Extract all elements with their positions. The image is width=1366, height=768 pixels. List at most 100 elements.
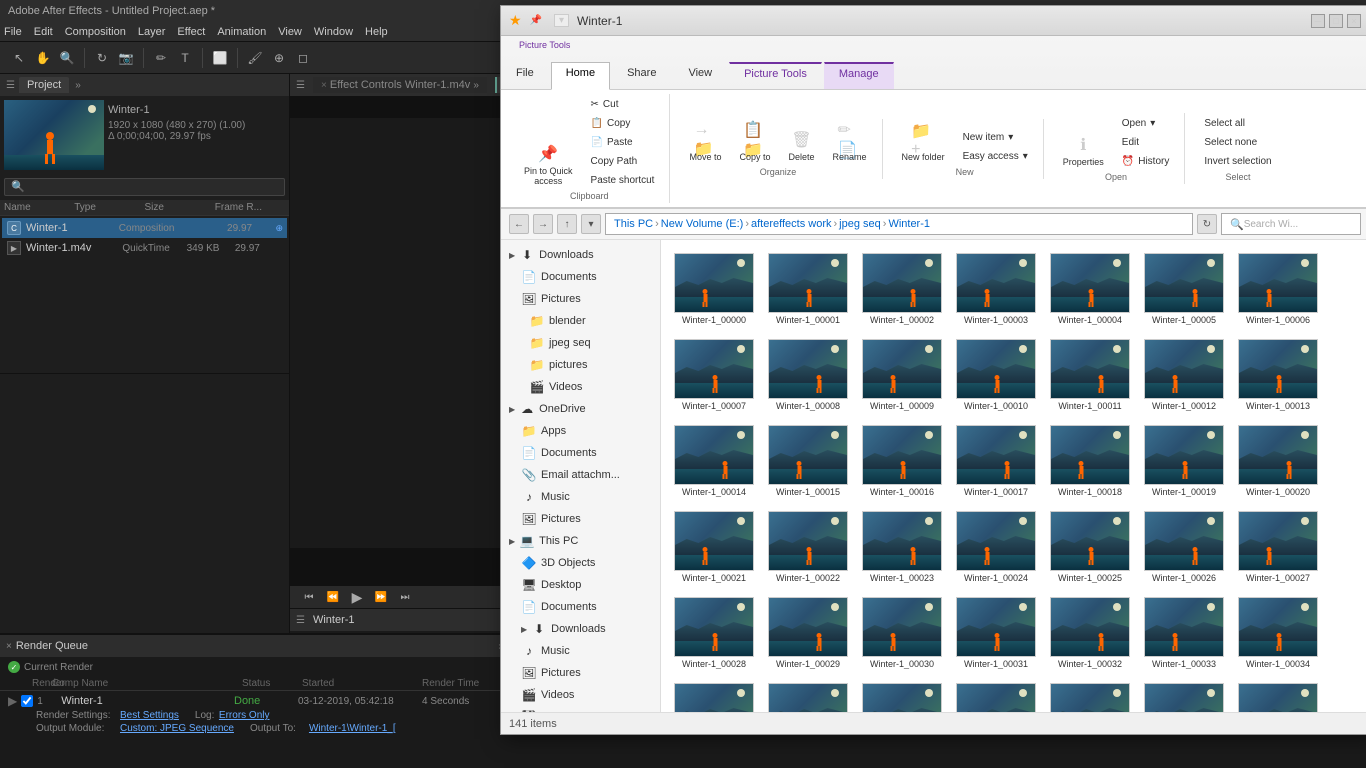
menu-edit[interactable]: Edit bbox=[34, 26, 53, 38]
file-grid-item-0[interactable]: Winter-1_00000 bbox=[669, 248, 759, 330]
file-grid-item-7[interactable]: Winter-1_00007 bbox=[669, 334, 759, 416]
nav-downloads2[interactable]: ▶ ⬇ Downloads bbox=[501, 618, 660, 640]
nav-forward-btn[interactable]: → bbox=[533, 214, 553, 234]
history-btn[interactable]: ⏰ History bbox=[1115, 153, 1177, 170]
copy-btn[interactable]: 📋 Copy bbox=[584, 115, 662, 132]
text-tool[interactable]: T bbox=[174, 47, 196, 69]
rename-btn[interactable]: ✏📄 Rename bbox=[826, 125, 874, 165]
file-item-winter1-m4v[interactable]: ▶ Winter-1.m4v QuickTime 349 KB 29.97 bbox=[2, 238, 287, 258]
file-grid-item-4[interactable]: Winter-1_00004 bbox=[1045, 248, 1135, 330]
file-grid-item-14[interactable]: Winter-1_00014 bbox=[669, 420, 759, 502]
project-search-input[interactable] bbox=[4, 178, 285, 196]
file-grid-item-31[interactable]: Winter-1_00031 bbox=[951, 592, 1041, 674]
edit-btn[interactable]: Edit bbox=[1115, 134, 1177, 151]
refresh-btn[interactable]: ↻ bbox=[1197, 214, 1217, 234]
render-item-checkbox[interactable] bbox=[21, 695, 33, 707]
tab-manage[interactable]: Manage bbox=[824, 62, 894, 89]
easy-access-btn[interactable]: Easy access ▾ bbox=[956, 148, 1035, 165]
nav-pictures4[interactable]: 🖼 Pictures bbox=[501, 662, 660, 684]
file-grid-item-30[interactable]: Winter-1_00030 bbox=[857, 592, 947, 674]
close-btn[interactable]: × bbox=[1347, 14, 1361, 28]
file-grid-item-27[interactable]: Winter-1_00027 bbox=[1233, 506, 1323, 588]
file-grid-item-32[interactable]: Winter-1_00032 bbox=[1045, 592, 1135, 674]
file-grid-item-2[interactable]: Winter-1_00002 bbox=[857, 248, 947, 330]
file-grid-item-9[interactable]: Winter-1_00009 bbox=[857, 334, 947, 416]
file-grid-item-8[interactable]: Winter-1_00008 bbox=[763, 334, 853, 416]
path-winter1[interactable]: Winter-1 bbox=[888, 218, 930, 230]
nav-downloads[interactable]: ▶ ⬇ Downloads bbox=[501, 244, 660, 266]
nav-pictures[interactable]: 🖼 Pictures bbox=[501, 288, 660, 310]
render-settings-value[interactable]: Best Settings bbox=[120, 710, 179, 721]
file-grid-item-3[interactable]: Winter-1_00003 bbox=[951, 248, 1041, 330]
tab-picture-tools[interactable]: Picture Tools bbox=[729, 62, 822, 89]
nav-jpeg-seq[interactable]: 📁 jpeg seq bbox=[501, 332, 660, 354]
select-all-btn[interactable]: Select all bbox=[1197, 115, 1278, 132]
pin-quick-access-btn[interactable]: 📌 Pin to Quickaccess bbox=[517, 139, 580, 189]
nav-up-btn[interactable]: ↑ bbox=[557, 214, 577, 234]
hand-tool[interactable]: ✋ bbox=[32, 47, 54, 69]
file-grid-item-5[interactable]: Winter-1_00005 bbox=[1139, 248, 1229, 330]
tab-view[interactable]: View bbox=[673, 62, 727, 89]
file-grid-item-39[interactable]: Winter-1_00039 bbox=[1045, 678, 1135, 712]
path-thispc[interactable]: This PC bbox=[614, 218, 653, 230]
nav-videos2[interactable]: 🎬 Videos bbox=[501, 684, 660, 706]
nav-this-pc[interactable]: ▶ 💻 This PC bbox=[501, 530, 660, 552]
paste-btn[interactable]: 📄 Paste bbox=[584, 134, 662, 151]
file-grid-item-22[interactable]: Winter-1_00022 bbox=[763, 506, 853, 588]
menu-layer[interactable]: Layer bbox=[138, 26, 166, 38]
nav-pictures2[interactable]: 📁 pictures bbox=[501, 354, 660, 376]
tab-file[interactable]: File bbox=[501, 62, 549, 89]
file-grid-item-1[interactable]: Winter-1_00001 bbox=[763, 248, 853, 330]
path-aework[interactable]: aftereffects work bbox=[751, 218, 832, 230]
file-grid-item-21[interactable]: Winter-1_00021 bbox=[669, 506, 759, 588]
minimize-btn[interactable]: ─ bbox=[1311, 14, 1325, 28]
cut-btn[interactable]: ✂ Cut bbox=[584, 96, 662, 113]
file-grid-item-20[interactable]: Winter-1_00020 bbox=[1233, 420, 1323, 502]
paint-tool[interactable]: 🖌 bbox=[244, 47, 266, 69]
open-btn[interactable]: Open ▾ bbox=[1115, 115, 1177, 132]
file-grid-item-38[interactable]: Winter-1_00038 bbox=[951, 678, 1041, 712]
file-grid-item-35[interactable]: Winter-1_00035 bbox=[669, 678, 759, 712]
file-grid-item-10[interactable]: Winter-1_00010 bbox=[951, 334, 1041, 416]
file-grid-item-28[interactable]: Winter-1_00028 bbox=[669, 592, 759, 674]
delete-btn[interactable]: 🗑 Delete bbox=[782, 125, 822, 165]
nav-recent-btn[interactable]: ▾ bbox=[581, 214, 601, 234]
nav-3dobjects[interactable]: 🔷 3D Objects bbox=[501, 552, 660, 574]
copy-path-btn[interactable]: Copy Path bbox=[584, 153, 662, 170]
selection-tool[interactable]: ↖ bbox=[8, 47, 30, 69]
file-grid-item-13[interactable]: Winter-1_00013 bbox=[1233, 334, 1323, 416]
tab-home[interactable]: Home bbox=[551, 62, 610, 90]
file-grid-item-18[interactable]: Winter-1_00018 bbox=[1045, 420, 1135, 502]
file-grid-item-41[interactable]: Winter-1_00041 bbox=[1233, 678, 1323, 712]
menu-composition[interactable]: Composition bbox=[65, 26, 126, 38]
nav-documents3[interactable]: 📄 Documents bbox=[501, 596, 660, 618]
nav-documents[interactable]: 📄 Documents bbox=[501, 266, 660, 288]
file-item-winter1[interactable]: C Winter-1 Composition 29.97 ⊕ bbox=[2, 218, 287, 238]
nav-videos[interactable]: 🎬 Videos bbox=[501, 376, 660, 398]
camera-tool[interactable]: 📷 bbox=[115, 47, 137, 69]
menu-animation[interactable]: Animation bbox=[217, 26, 266, 38]
file-grid-item-11[interactable]: Winter-1_00011 bbox=[1045, 334, 1135, 416]
pen-tool[interactable]: ✏ bbox=[150, 47, 172, 69]
nav-pictures3[interactable]: 🖼 Pictures bbox=[501, 508, 660, 530]
nav-email[interactable]: 📎 Email attachm... bbox=[501, 464, 660, 486]
next-frame-btn[interactable]: ⏩ bbox=[370, 586, 392, 608]
project-tab[interactable]: Project bbox=[19, 77, 69, 93]
eraser-tool[interactable]: ◻ bbox=[292, 47, 314, 69]
clone-tool[interactable]: ⊕ bbox=[268, 47, 290, 69]
menu-file[interactable]: File bbox=[4, 26, 22, 38]
address-path[interactable]: This PC › New Volume (E:) › aftereffects… bbox=[605, 213, 1193, 235]
file-grid-item-29[interactable]: Winter-1_00029 bbox=[763, 592, 853, 674]
effects-tab[interactable]: × Effect Controls Winter-1.m4v » bbox=[313, 77, 487, 93]
file-grid-item-25[interactable]: Winter-1_00025 bbox=[1045, 506, 1135, 588]
nav-blender[interactable]: 📁 blender bbox=[501, 310, 660, 332]
zoom-tool[interactable]: 🔍 bbox=[56, 47, 78, 69]
file-grid-item-33[interactable]: Winter-1_00033 bbox=[1139, 592, 1229, 674]
file-grid-item-19[interactable]: Winter-1_00019 bbox=[1139, 420, 1229, 502]
file-grid-item-40[interactable]: Winter-1_00040 bbox=[1139, 678, 1229, 712]
file-grid-item-15[interactable]: Winter-1_00015 bbox=[763, 420, 853, 502]
nav-music[interactable]: ♪ Music bbox=[501, 486, 660, 508]
file-grid-item-26[interactable]: Winter-1_00026 bbox=[1139, 506, 1229, 588]
play-pause-btn[interactable]: ▶ bbox=[346, 586, 368, 608]
copy-to-btn[interactable]: 📋📁 Copy to bbox=[732, 125, 777, 165]
